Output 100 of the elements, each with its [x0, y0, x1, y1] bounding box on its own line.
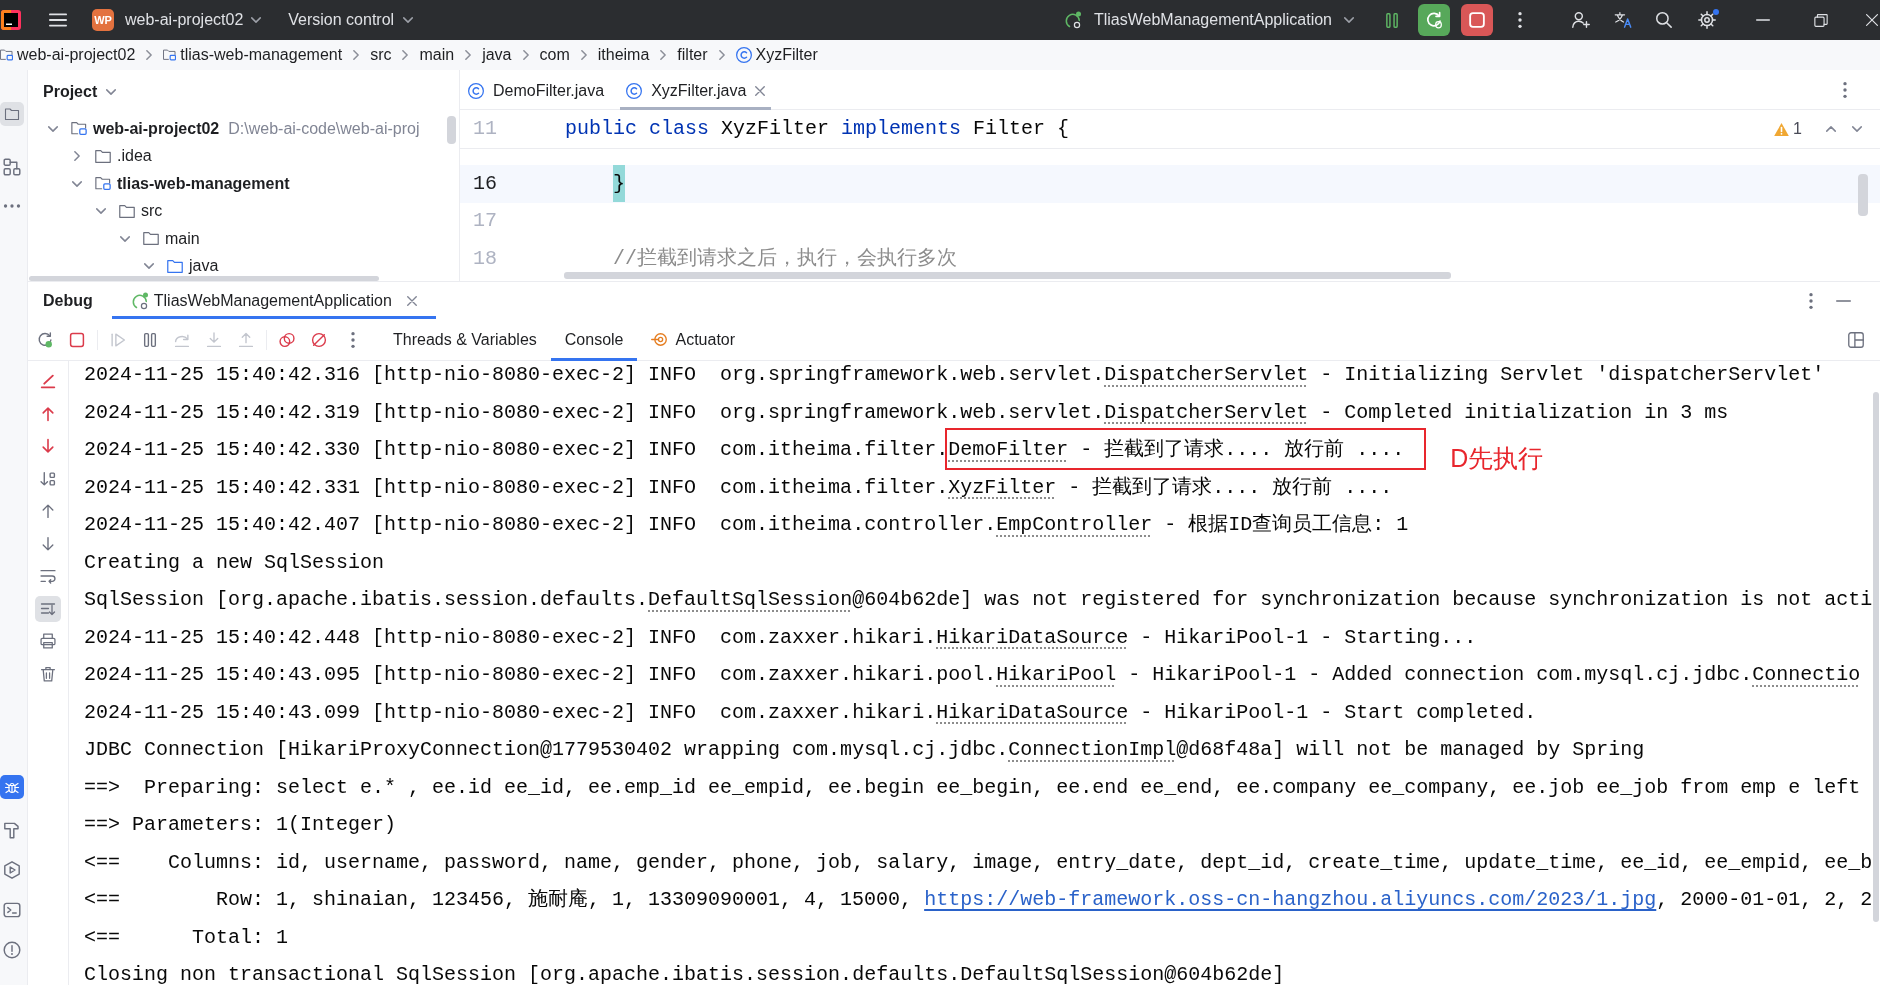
class-link[interactable]: DispatcherServlet [1104, 400, 1309, 424]
chevron-down-icon[interactable] [120, 235, 130, 242]
play-icon[interactable] [3, 861, 21, 879]
class-icon [468, 83, 484, 99]
structure-icon[interactable] [3, 158, 21, 176]
chevron-down-icon[interactable] [48, 125, 58, 132]
class-link[interactable]: HikariDataSource [936, 625, 1129, 649]
more-options-icon[interactable] [1843, 81, 1847, 98]
debug-tab[interactable]: Threads & Variables [379, 318, 551, 361]
breadcrumb-item[interactable]: com [539, 43, 570, 67]
chevron-down-icon [1344, 17, 1354, 23]
mute-breakpoints-icon[interactable] [311, 331, 327, 348]
breadcrumb-item[interactable]: src [370, 43, 392, 67]
debug-tab[interactable]: Console [550, 318, 638, 361]
translate-icon[interactable] [1614, 12, 1632, 28]
restore-icon[interactable] [1814, 13, 1828, 27]
chevron-down-icon[interactable] [96, 208, 106, 215]
arrow-down-icon[interactable] [40, 438, 56, 455]
folder-icon[interactable] [0, 102, 24, 126]
add-user-icon[interactable] [1572, 12, 1590, 28]
tree-item-label[interactable]: java [189, 257, 219, 276]
more-options-icon[interactable] [1518, 12, 1522, 28]
arrow-up-icon[interactable] [40, 405, 56, 422]
url-link[interactable]: https://web-framework.oss-cn-hangzhou.aliyuncs.com/2023/1.jpg [924, 888, 1657, 911]
breadcrumb-item[interactable]: filter [677, 43, 708, 67]
breadcrumb-item[interactable]: main [419, 43, 455, 67]
printer-icon[interactable] [40, 633, 56, 650]
scrollbar[interactable] [564, 272, 1451, 279]
chevron-up-icon[interactable] [1826, 126, 1836, 132]
settings-icon[interactable] [1698, 11, 1716, 29]
class-link[interactable]: ConnectionImpl [1008, 738, 1177, 761]
minimize-icon[interactable] [1836, 299, 1851, 302]
chevron-down-icon[interactable] [1852, 126, 1862, 132]
warning-count[interactable]: 1 [1793, 117, 1802, 141]
class-link[interactable]: DispatcherServlet [1104, 363, 1309, 386]
console-line: ==> Parameters: 1(Integer) [84, 814, 397, 836]
session-tab[interactable]: TliasWebManagementApplication [111, 282, 436, 319]
sort-icon[interactable] [40, 470, 56, 487]
tree-item-label[interactable]: main [165, 229, 200, 248]
tree-item-label[interactable]: web-ai-project02 [93, 119, 220, 138]
project-selector[interactable]: web-ai-project02 [125, 5, 262, 35]
class-link[interactable]: HikariDataSource [936, 700, 1129, 724]
breadcrumb-item[interactable]: java [482, 43, 512, 67]
scroll-to-end-icon[interactable] [35, 595, 61, 622]
annotation-text: D先执行 [1450, 444, 1544, 472]
class-link[interactable]: EmpController [996, 513, 1153, 536]
more-options-icon[interactable] [351, 331, 355, 348]
terminal-icon[interactable] [3, 901, 21, 919]
editor-tab[interactable]: XyzFilter.java [620, 69, 772, 110]
tree-item-label[interactable]: src [141, 202, 163, 221]
layout-icon[interactable] [1848, 331, 1864, 348]
class-link[interactable]: DemoFilter [948, 438, 1069, 461]
brush-icon[interactable] [40, 373, 56, 390]
soft-wrap-icon[interactable] [40, 568, 56, 585]
search-icon[interactable] [1656, 12, 1672, 28]
more-options-icon[interactable] [1809, 292, 1813, 309]
class-link[interactable]: XyzFilter [948, 475, 1057, 499]
pause-icon[interactable] [1386, 12, 1398, 28]
chevron-right-icon [522, 50, 529, 60]
debug-tab[interactable]: Actuator [637, 318, 750, 361]
arrow-up-icon[interactable] [40, 503, 56, 520]
scrollbar[interactable] [29, 276, 379, 281]
scrollbar[interactable] [1873, 392, 1879, 922]
class-link[interactable]: DefaultSqlSession [648, 588, 853, 611]
console-line: <== Row: 1, shinaian, 123456, 施耐庵, 1, 13309090001, 4, 15000, https://web-framework.oss-cn-hangzhou.aliyuncs.com/2023/1.jpg, 2000-01-01, 2, 2 [84, 889, 1873, 911]
tree-item-label[interactable]: tlias-web-management [117, 174, 290, 193]
pause-icon[interactable] [142, 331, 158, 348]
scrollbar[interactable] [447, 116, 456, 144]
exclamation-circle-icon[interactable] [3, 941, 21, 959]
menu-icon[interactable] [48, 13, 68, 27]
arrow-down-icon[interactable] [40, 535, 56, 552]
class-link[interactable]: DefaultSqlSession [960, 963, 1165, 985]
more-horizontal-icon[interactable] [3, 204, 21, 208]
scrollbar[interactable] [1858, 174, 1868, 216]
stop-icon[interactable] [69, 331, 85, 348]
line-number: 17 [473, 209, 497, 234]
chevron-right-icon [580, 50, 587, 60]
run-config-selector[interactable]: TliasWebManagementApplication [1063, 5, 1354, 35]
breadcrumb-item[interactable]: XyzFilter [755, 43, 818, 67]
project-view-selector[interactable]: Project [43, 80, 117, 104]
class-link[interactable]: Connectio [1752, 663, 1861, 686]
breadcrumb-item[interactable]: itheima [597, 43, 650, 67]
chevron-down-icon[interactable] [144, 263, 154, 270]
debug-button[interactable] [1418, 4, 1450, 36]
bug-icon[interactable] [0, 775, 24, 799]
breakpoints-icon[interactable] [279, 331, 295, 348]
chevron-down-icon[interactable] [72, 180, 82, 187]
rerun-icon[interactable] [37, 331, 53, 348]
editor-tab[interactable]: DemoFilter.java [462, 69, 611, 110]
chevron-right-icon [402, 50, 409, 60]
class-link[interactable]: HikariPool [996, 663, 1117, 686]
tree-item-label[interactable]: .idea [117, 147, 152, 166]
trash-icon[interactable] [40, 665, 56, 682]
breadcrumb-item[interactable]: web-ai-project02 [17, 43, 136, 67]
stop-button[interactable] [1461, 4, 1493, 36]
app-logo-icon[interactable] [1, 10, 21, 30]
hammer-icon[interactable] [3, 821, 21, 839]
vcs-selector[interactable]: Version control [288, 5, 414, 35]
breadcrumb-item[interactable]: tlias-web-management [180, 43, 343, 67]
chevron-right-icon[interactable] [74, 151, 80, 162]
